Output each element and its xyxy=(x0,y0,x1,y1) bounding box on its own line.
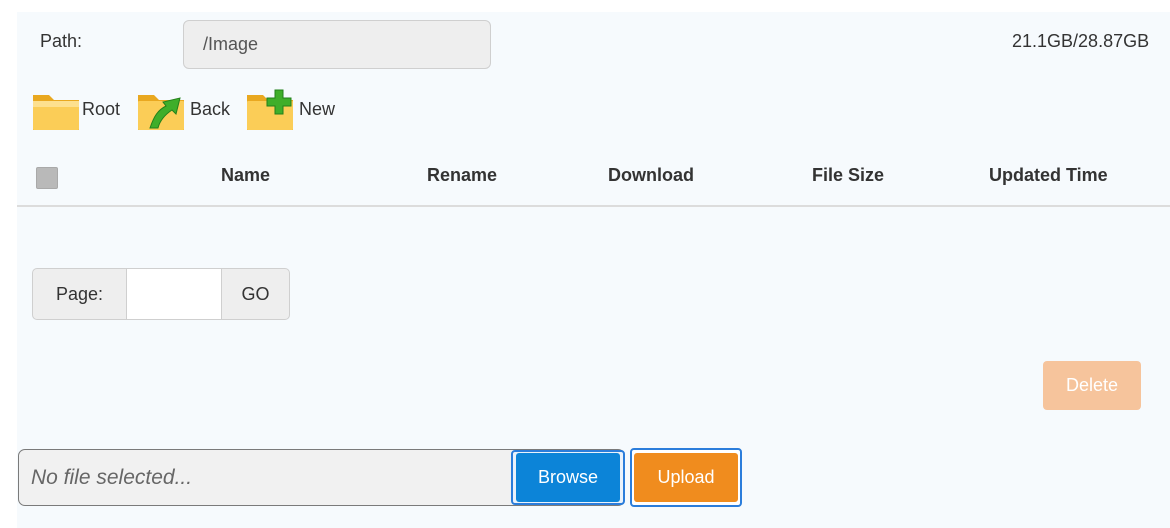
root-label: Root xyxy=(82,98,121,119)
folder-icon xyxy=(32,86,80,132)
delete-button[interactable]: Delete xyxy=(1043,361,1141,410)
column-header-rename: Rename xyxy=(427,165,498,185)
file-input-placeholder: No file selected... xyxy=(31,466,193,489)
root-button[interactable]: Root xyxy=(32,84,120,134)
storage-usage: 21.1GB/28.87GB xyxy=(1012,31,1150,51)
table-header-divider xyxy=(17,205,1170,207)
page-number-input[interactable] xyxy=(127,269,222,319)
column-header-file-size[interactable]: File Size xyxy=(812,165,884,186)
upload-button[interactable]: Upload xyxy=(634,453,738,502)
pagination: Page: GO xyxy=(32,268,290,320)
page-label: Page: xyxy=(33,269,127,319)
new-label: New xyxy=(299,98,336,119)
back-button[interactable]: Back xyxy=(136,84,230,134)
column-header-updated-time[interactable]: Updated Time xyxy=(989,165,1108,186)
back-label: Back xyxy=(190,98,231,119)
browse-button[interactable]: Browse xyxy=(516,453,620,502)
go-button[interactable]: GO xyxy=(222,269,289,319)
new-folder-button[interactable]: New xyxy=(245,84,335,134)
path-label: Path: xyxy=(40,31,83,51)
folder-add-icon xyxy=(245,86,297,132)
folder-up-arrow-icon xyxy=(136,86,188,132)
select-all-checkbox[interactable] xyxy=(36,167,58,189)
column-header-download: Download xyxy=(608,165,694,185)
path-input[interactable]: /Image xyxy=(183,20,491,69)
column-header-name[interactable]: Name xyxy=(221,165,270,186)
